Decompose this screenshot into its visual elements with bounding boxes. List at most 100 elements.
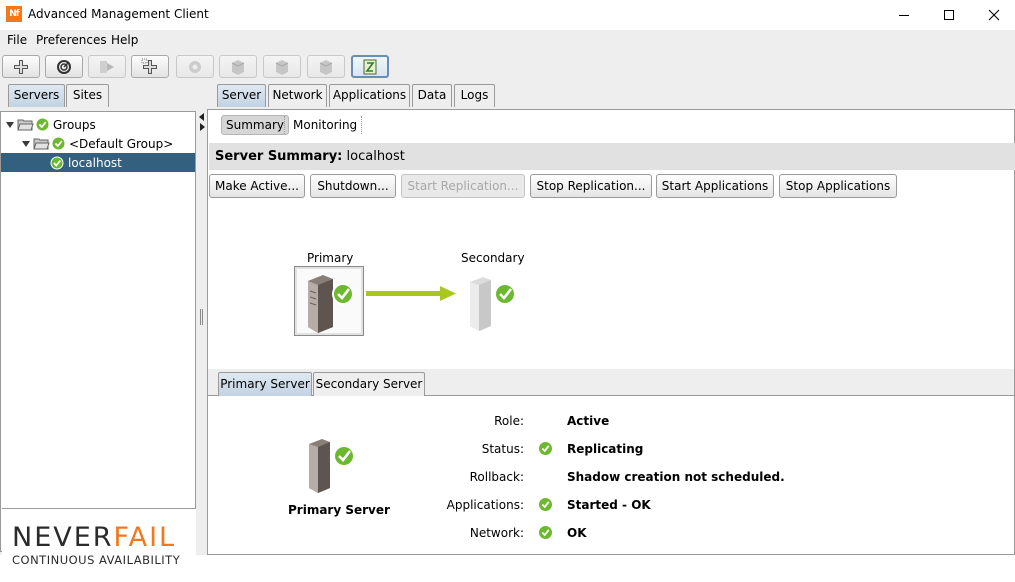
title-bar: Nf Advanced Management Client bbox=[0, 0, 1015, 30]
collapse-right-icon[interactable] bbox=[200, 123, 205, 131]
expand-triangle-icon[interactable] bbox=[5, 120, 15, 130]
tab-applications[interactable]: Applications bbox=[329, 84, 410, 107]
rollback-label: Rollback: bbox=[469, 470, 524, 484]
secondary-label: Secondary bbox=[461, 251, 525, 265]
stop-applications-button[interactable]: Stop Applications bbox=[779, 174, 897, 198]
move-icon bbox=[100, 60, 114, 73]
server-detail-tabs: Primary Server Secondary Server bbox=[208, 369, 1014, 396]
server-tower-icon bbox=[308, 275, 354, 333]
panel-splitter[interactable] bbox=[197, 81, 207, 555]
menu-file[interactable]: File bbox=[7, 33, 27, 47]
logo-tagline: CONTINUOUS AVAILABILITY bbox=[12, 553, 181, 567]
status-ok-icon bbox=[539, 442, 552, 455]
subtab-divider bbox=[284, 116, 285, 134]
tree-item-default-group[interactable]: <Default Group> bbox=[1, 134, 195, 153]
status-ok-icon bbox=[36, 118, 49, 131]
server-action-button-1[interactable] bbox=[219, 55, 257, 78]
add-group-button[interactable] bbox=[131, 55, 169, 78]
server-tree: Groups <Default Group> localhost NEVERFA… bbox=[0, 111, 196, 582]
server-disabled-icon bbox=[231, 59, 245, 75]
window-title: Advanced Management Client bbox=[28, 7, 209, 21]
status-ok-icon bbox=[539, 526, 552, 539]
close-icon bbox=[988, 9, 1000, 21]
tab-primary-server[interactable]: Primary Server bbox=[218, 372, 312, 396]
server-ok-icon bbox=[50, 156, 64, 169]
tree-item-groups[interactable]: Groups bbox=[1, 115, 195, 134]
tab-servers[interactable]: Servers bbox=[8, 84, 65, 107]
server-action-button-3[interactable] bbox=[307, 55, 345, 78]
subtab-divider bbox=[361, 116, 362, 134]
add-group-icon bbox=[141, 58, 157, 74]
stop-replication-button[interactable]: Stop Replication... bbox=[530, 174, 652, 198]
primary-server-node[interactable] bbox=[294, 266, 364, 336]
settings-disabled-icon bbox=[189, 60, 201, 73]
subtab-summary[interactable]: Summary bbox=[221, 115, 289, 135]
configure-button[interactable] bbox=[176, 55, 214, 78]
server-tower-icon bbox=[309, 439, 355, 493]
tab-server[interactable]: Server bbox=[217, 84, 266, 107]
tree-label: <Default Group> bbox=[69, 136, 174, 151]
discover-icon bbox=[57, 59, 71, 74]
server-action-button-2[interactable] bbox=[263, 55, 301, 78]
tab-logs[interactable]: Logs bbox=[454, 84, 495, 107]
start-replication-button[interactable]: Start Replication... bbox=[401, 174, 525, 198]
discover-button[interactable] bbox=[45, 55, 83, 78]
applications-label: Applications: bbox=[446, 498, 524, 512]
summary-header: Server Summary: localhost bbox=[209, 143, 1015, 170]
tree-label: localhost bbox=[68, 155, 122, 170]
server-disabled-icon bbox=[275, 59, 289, 75]
status-ok-icon bbox=[52, 137, 65, 150]
app-icon: Nf bbox=[6, 6, 22, 22]
neverfail-logo: NEVERFAIL CONTINUOUS AVAILABILITY bbox=[2, 508, 196, 582]
tab-data[interactable]: Data bbox=[412, 84, 452, 107]
shutdown-button[interactable]: Shutdown... bbox=[310, 174, 396, 198]
server-tab-content: Summary Monitoring Server Summary: local… bbox=[207, 109, 1015, 555]
tab-secondary-server[interactable]: Secondary Server bbox=[313, 372, 425, 396]
maximize-button[interactable] bbox=[926, 0, 972, 30]
rollback-value: Shadow creation not scheduled. bbox=[567, 470, 785, 484]
status-value: Replicating bbox=[567, 442, 644, 456]
tree-item-localhost[interactable]: localhost bbox=[1, 153, 195, 172]
menu-bar: File Preferences Help bbox=[0, 30, 1015, 51]
tab-sites[interactable]: Sites bbox=[66, 84, 109, 107]
subtab-monitoring[interactable]: Monitoring bbox=[289, 115, 361, 135]
replication-arrow bbox=[366, 286, 456, 301]
primary-server-caption: Primary Server bbox=[288, 503, 390, 517]
menu-help[interactable]: Help bbox=[111, 33, 138, 47]
splitter-grip-icon[interactable] bbox=[200, 309, 203, 325]
network-label: Network: bbox=[469, 526, 524, 540]
move-button[interactable] bbox=[88, 55, 126, 78]
folder-open-icon bbox=[17, 119, 34, 131]
summary-server-name: localhost bbox=[346, 149, 405, 164]
minimize-button[interactable] bbox=[881, 0, 927, 30]
network-value: OK bbox=[567, 526, 587, 540]
status-ok-icon bbox=[539, 498, 552, 511]
applications-value: Started - OK bbox=[567, 498, 651, 512]
maximize-icon bbox=[944, 10, 954, 20]
make-active-button[interactable]: Make Active... bbox=[209, 174, 305, 198]
minimize-icon bbox=[899, 15, 909, 16]
left-panel: Servers Sites Groups <Default Group> loc… bbox=[0, 81, 197, 582]
status-label: Status: bbox=[481, 442, 524, 456]
secondary-server-node[interactable] bbox=[467, 274, 519, 334]
expand-triangle-icon[interactable] bbox=[21, 139, 31, 149]
role-label: Role: bbox=[494, 414, 524, 428]
role-value: Active bbox=[567, 414, 610, 428]
map-icon bbox=[363, 59, 377, 74]
logo-wordmark: NEVERFAIL bbox=[12, 522, 177, 553]
add-server-icon bbox=[14, 59, 28, 74]
start-applications-button[interactable]: Start Applications bbox=[656, 174, 774, 198]
map-view-button[interactable] bbox=[351, 55, 389, 78]
tree-label: Groups bbox=[53, 117, 96, 132]
server-disabled-icon bbox=[319, 59, 333, 75]
right-panel: Server Network Applications Data Logs Su… bbox=[207, 81, 1015, 555]
primary-label: Primary bbox=[307, 251, 354, 265]
close-button[interactable] bbox=[971, 0, 1015, 30]
menu-preferences[interactable]: Preferences bbox=[36, 33, 107, 47]
collapse-left-icon[interactable] bbox=[199, 113, 204, 121]
subtab-bar: Summary Monitoring bbox=[208, 110, 1014, 140]
tab-network[interactable]: Network bbox=[268, 84, 327, 107]
folder-open-icon bbox=[33, 138, 50, 150]
summary-title: Server Summary: bbox=[215, 149, 343, 164]
add-server-button[interactable] bbox=[2, 55, 40, 78]
